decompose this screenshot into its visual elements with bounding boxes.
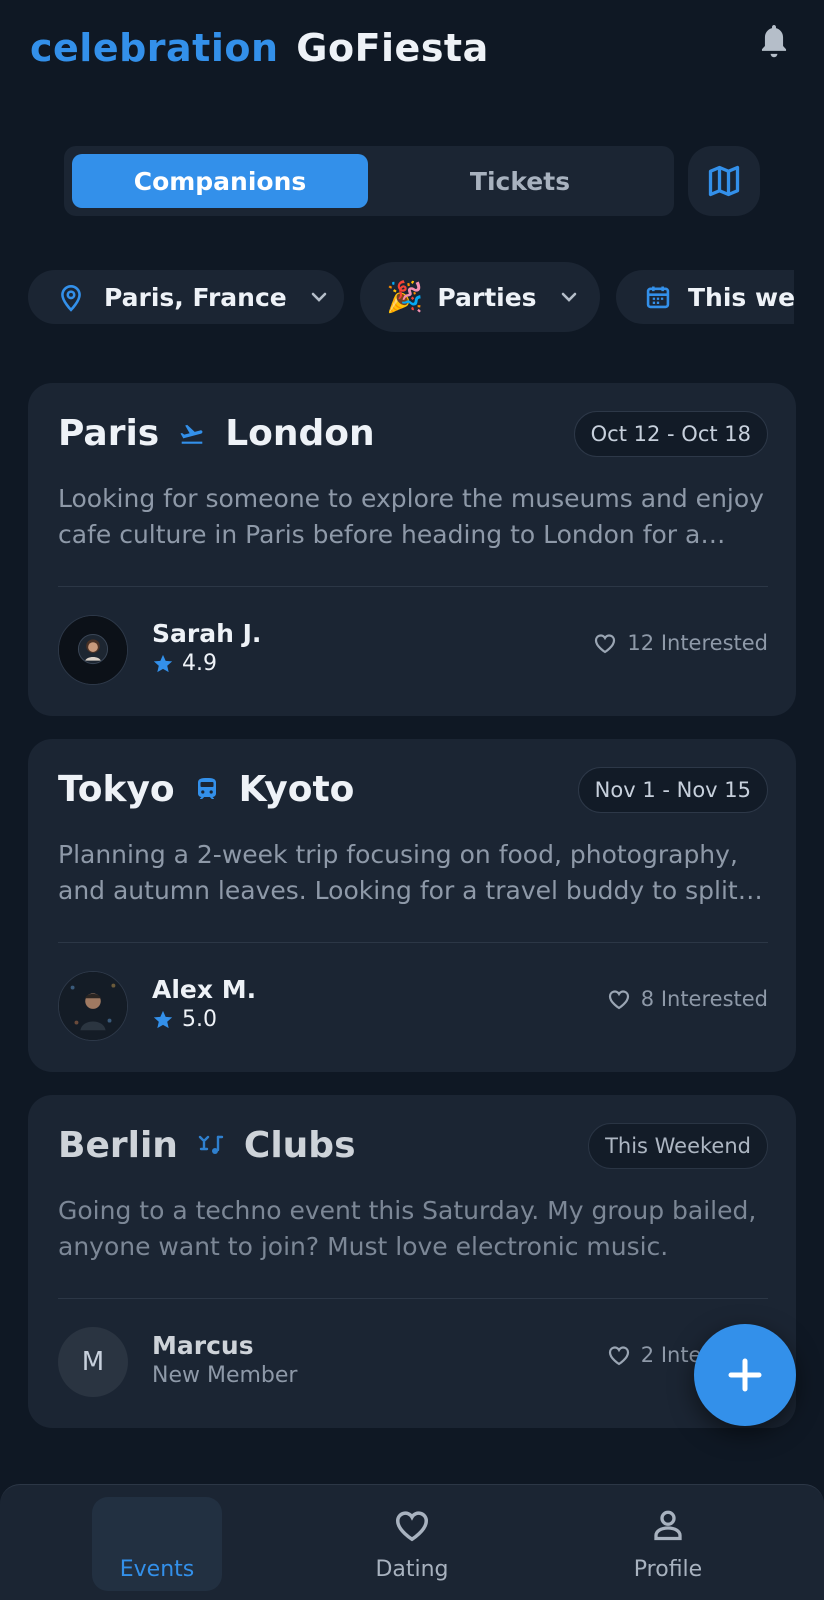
nav-events[interactable]: Events bbox=[92, 1497, 222, 1591]
add-trip-button[interactable] bbox=[694, 1324, 796, 1426]
trip-date-badge: Nov 1 - Nov 15 bbox=[577, 767, 768, 813]
nav-events-label: Events bbox=[119, 1557, 195, 1582]
bottom-navigation: Events Dating Profile bbox=[0, 1484, 824, 1600]
notification-bell-icon[interactable] bbox=[752, 18, 796, 66]
tab-companions[interactable]: Companions bbox=[72, 154, 368, 208]
trip-route: Berlin Clubs bbox=[58, 1125, 356, 1166]
trip-origin: Paris bbox=[58, 413, 160, 454]
trip-card[interactable]: Paris London Oct 12 - Oct 18 Looking for… bbox=[28, 383, 796, 716]
date-filter-label: This week bbox=[688, 282, 794, 312]
train-icon bbox=[195, 777, 219, 803]
app-header: celebration GoFiesta bbox=[0, 0, 824, 110]
avatar[interactable] bbox=[58, 615, 128, 685]
avatar[interactable]: M bbox=[58, 1327, 128, 1397]
heart-icon bbox=[608, 1346, 629, 1366]
chevron-down-icon bbox=[309, 290, 329, 304]
map-view-button[interactable] bbox=[688, 146, 760, 216]
nav-profile-label: Profile bbox=[633, 1557, 703, 1582]
card-divider bbox=[58, 942, 768, 943]
trip-date-badge: Oct 12 - Oct 18 bbox=[573, 411, 768, 457]
star-icon bbox=[153, 1010, 173, 1028]
user-name: Marcus bbox=[152, 1331, 254, 1360]
nav-dating-label: Dating bbox=[375, 1557, 449, 1582]
location-filter-label: Paris, France bbox=[104, 282, 287, 312]
user-rating-value: 5.0 bbox=[182, 1007, 217, 1032]
trip-route: Paris London bbox=[58, 413, 375, 454]
heart-icon bbox=[396, 1511, 428, 1542]
trip-destination: Kyoto bbox=[238, 769, 355, 810]
trip-destination: London bbox=[225, 413, 375, 454]
plus-icon bbox=[728, 1358, 762, 1392]
heart-icon bbox=[608, 990, 629, 1010]
card-divider bbox=[58, 586, 768, 587]
trip-destination: Clubs bbox=[243, 1125, 356, 1166]
trip-description: Planning a 2-week trip focusing on food,… bbox=[58, 840, 738, 905]
trip-description: Going to a techno event this Saturday. M… bbox=[58, 1196, 757, 1261]
trip-date-badge: This Weekend bbox=[588, 1123, 768, 1169]
brand-name: GoFiesta bbox=[296, 26, 489, 70]
avatar[interactable] bbox=[58, 971, 128, 1041]
interest-count: 12 Interested bbox=[627, 631, 768, 655]
trip-origin: Berlin bbox=[58, 1125, 178, 1166]
card-divider bbox=[58, 1298, 768, 1299]
date-filter[interactable]: This week bbox=[616, 270, 794, 324]
music-icon bbox=[198, 1134, 224, 1158]
heart-icon bbox=[595, 634, 616, 654]
user-rating: 5.0 bbox=[152, 1007, 217, 1032]
party-popper-icon: 🎉 bbox=[386, 279, 424, 315]
interest-button[interactable]: 12 Interested bbox=[593, 631, 768, 655]
user-name: Sarah J. bbox=[152, 619, 262, 648]
calendar-icon bbox=[644, 283, 672, 311]
location-filter[interactable]: Paris, France bbox=[28, 270, 344, 324]
star-icon bbox=[153, 654, 173, 672]
user-name: Alex M. bbox=[152, 975, 257, 1004]
logo-icon-text: celebration bbox=[30, 26, 279, 70]
filter-bar: Paris, France 🎉 Parties This week bbox=[28, 260, 794, 334]
mode-toggle: Companions Tickets bbox=[64, 146, 674, 216]
map-icon bbox=[708, 165, 740, 197]
interest-count: 8 Interested bbox=[640, 987, 768, 1011]
location-pin-icon bbox=[58, 282, 84, 312]
flight-icon bbox=[179, 421, 205, 447]
user-rating-value: 4.9 bbox=[182, 651, 217, 676]
app-logo: celebration GoFiesta bbox=[30, 26, 489, 70]
trip-description: Looking for someone to explore the museu… bbox=[58, 484, 764, 549]
trip-card[interactable]: Berlin Clubs This Weekend Going to a tec… bbox=[28, 1095, 796, 1428]
user-status: New Member bbox=[152, 1363, 298, 1388]
user-rating: 4.9 bbox=[152, 651, 217, 676]
trip-card[interactable]: Tokyo Kyoto Nov 1 - Nov 15 Planning a 2-… bbox=[28, 739, 796, 1072]
trip-route: Tokyo Kyoto bbox=[58, 769, 354, 810]
category-filter[interactable]: 🎉 Parties bbox=[360, 262, 600, 332]
nav-profile[interactable]: Profile bbox=[603, 1497, 733, 1591]
chevron-down-icon bbox=[559, 290, 579, 304]
person-icon bbox=[654, 1510, 682, 1541]
category-filter-label: Parties bbox=[437, 282, 537, 312]
interest-button[interactable]: 8 Interested bbox=[607, 987, 768, 1011]
trip-origin: Tokyo bbox=[58, 769, 175, 810]
tab-tickets[interactable]: Tickets bbox=[372, 154, 668, 208]
nav-dating[interactable]: Dating bbox=[347, 1497, 477, 1591]
